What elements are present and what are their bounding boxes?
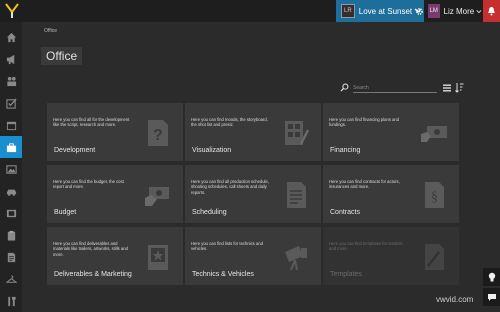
sidebar-item-film[interactable] — [0, 202, 22, 224]
card-title: Scheduling — [192, 209, 227, 216]
sidebar-item-media[interactable] — [0, 158, 22, 180]
film-icon — [6, 209, 16, 217]
card-deliverables-marketing[interactable]: Here you can find deliverables and mater… — [47, 227, 183, 285]
sidebar-item-marketing[interactable] — [0, 48, 22, 70]
storyboard-icon — [285, 121, 310, 145]
question-document-icon: ? — [148, 120, 168, 146]
svg-text:§: § — [431, 190, 438, 205]
sidebar-item-tools[interactable] — [0, 290, 22, 312]
watermark: vwvid.com — [436, 295, 474, 304]
schedule-document-icon — [287, 182, 306, 208]
card-title: Financing — [330, 147, 361, 154]
clipboard-icon — [7, 230, 15, 241]
money-hand-icon — [145, 187, 169, 206]
y-logo-icon[interactable] — [5, 3, 19, 19]
office-cards-grid: Here you can find all for the developmen… — [47, 103, 459, 285]
lightbulb-icon — [488, 272, 495, 281]
card-title: Templates — [330, 271, 362, 278]
chevron-down-icon[interactable] — [414, 6, 422, 15]
card-title: Development — [54, 147, 96, 154]
card-technics-vehicles[interactable]: Here you can find lists for technics and… — [185, 227, 321, 285]
card-description: Here you can find all for the developmen… — [53, 117, 130, 128]
card-templates[interactable]: Here you can find templates for tenders … — [323, 227, 459, 285]
card-scheduling[interactable]: Here you can find all production schedul… — [185, 165, 321, 223]
people-icon — [6, 76, 16, 86]
sidebar-item-vehicles[interactable] — [0, 180, 22, 202]
search-icon[interactable] — [340, 83, 349, 92]
card-financing[interactable]: Here you can find financing plans and fu… — [323, 103, 459, 161]
bell-icon — [488, 7, 495, 16]
card-title: Visualization — [192, 147, 232, 154]
notifications-button[interactable] — [483, 0, 500, 22]
svg-text:?: ? — [153, 127, 163, 144]
sidebar-item-office[interactable] — [0, 136, 22, 158]
card-description: Here you can find the budget, the cost r… — [53, 179, 124, 190]
chat-button[interactable] — [483, 288, 500, 306]
card-title: Deliverables & Marketing — [54, 271, 132, 278]
sidebar-item-home[interactable] — [0, 26, 22, 48]
card-description: Here you can find all production schedul… — [191, 179, 269, 195]
checklist-icon — [5, 97, 17, 109]
search-input[interactable] — [353, 84, 437, 93]
sidebar-item-costumes[interactable] — [0, 268, 22, 290]
avatar: LM — [428, 4, 440, 18]
card-title: Budget — [54, 209, 77, 216]
card-description: Here you can find templates for tenders … — [329, 241, 403, 252]
user-menu[interactable]: LM Liz More — [428, 0, 482, 22]
sort-icon[interactable] — [455, 82, 464, 93]
card-description: Here you can find contracts for actors, … — [329, 179, 400, 190]
document-icon — [7, 252, 15, 262]
sidebar-item-clipboard[interactable] — [0, 224, 22, 246]
calendar-icon — [6, 121, 16, 130]
card-title: Contracts — [330, 209, 360, 216]
chat-icon — [487, 293, 496, 301]
spotlight-icon — [285, 246, 307, 271]
home-icon — [6, 32, 16, 42]
money-hand-icon — [421, 126, 447, 142]
card-description: Here you can find lists for technics and… — [191, 241, 263, 252]
poster-icon — [148, 245, 168, 270]
car-icon — [6, 189, 16, 196]
card-budget[interactable]: Here you can find the budget, the cost r… — [47, 165, 183, 223]
sidebar-item-calendar[interactable] — [0, 114, 22, 136]
list-view-icon[interactable] — [443, 84, 451, 92]
chevron-down-icon[interactable] — [476, 8, 482, 15]
page-title: Office — [41, 47, 83, 65]
breadcrumb[interactable]: Office — [44, 28, 57, 34]
card-visualization[interactable]: Here you can find moods, the storyboard,… — [185, 103, 321, 161]
card-development[interactable]: Here you can find all for the developmen… — [47, 103, 183, 161]
top-bar: LR Love at Sunset LM Liz More — [0, 0, 500, 22]
card-description: Here you can find moods, the storyboard,… — [191, 117, 268, 128]
sidebar-item-documents[interactable] — [0, 246, 22, 268]
sidebar — [0, 22, 22, 312]
tools-icon — [7, 296, 16, 306]
project-thumbnail: LR — [341, 4, 355, 18]
sidebar-item-people[interactable] — [0, 70, 22, 92]
search-bar — [340, 83, 440, 94]
template-icon — [425, 244, 444, 270]
project-name: Love at Sunset — [358, 6, 413, 16]
project-selector[interactable]: LR Love at Sunset — [336, 0, 424, 22]
megaphone-icon — [6, 54, 14, 64]
contract-icon: § — [425, 182, 444, 208]
card-title: Technics & Vehicles — [192, 271, 254, 278]
briefcase-icon — [6, 142, 16, 152]
card-description: Here you can find deliverables and mater… — [53, 241, 128, 257]
card-contracts[interactable]: Here you can find contracts for actors, … — [323, 165, 459, 223]
card-description: Here you can find financing plans and fu… — [329, 117, 400, 128]
image-icon — [5, 164, 17, 174]
hanger-icon — [5, 274, 17, 283]
user-name: Liz More — [443, 6, 475, 16]
sidebar-item-tasks[interactable] — [0, 92, 22, 114]
help-button[interactable] — [483, 268, 500, 286]
